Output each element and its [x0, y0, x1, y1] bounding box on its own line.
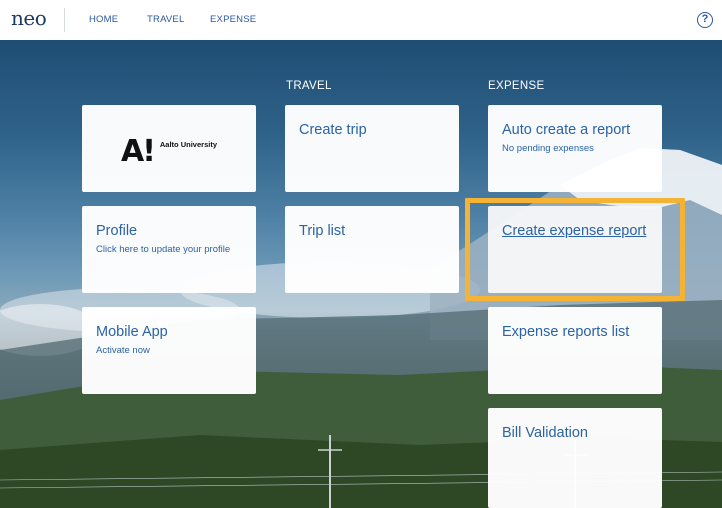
auto-create-report-tile-subtitle: No pending expenses — [502, 143, 594, 154]
mobile-app-tile-subtitle: Activate now — [96, 345, 150, 356]
mobile-app-tile-title: Mobile App — [96, 324, 168, 340]
nav-home[interactable]: HOME — [89, 14, 118, 25]
logo-separator — [64, 8, 65, 32]
dashboard-background: TRAVEL EXPENSE A! Aalto University Profi… — [0, 40, 722, 508]
nav-expense[interactable]: EXPENSE — [210, 14, 256, 25]
expense-reports-list-tile-title: Expense reports list — [502, 324, 630, 340]
expense-reports-list-tile[interactable]: Expense reports list — [488, 307, 662, 394]
aalto-logo-mark: A! — [120, 133, 156, 169]
neo-logo[interactable]: neo — [11, 6, 47, 30]
profile-tile-subtitle: Click here to update your profile — [96, 244, 231, 255]
trip-list-tile[interactable]: Trip list — [285, 206, 459, 293]
expense-column-heading: EXPENSE — [488, 80, 545, 92]
mobile-app-tile[interactable]: Mobile App Activate now — [82, 307, 256, 394]
auto-create-report-tile-title: Auto create a report — [502, 122, 631, 138]
auto-create-report-tile[interactable]: Auto create a report No pending expenses — [488, 105, 662, 192]
help-circle-icon[interactable]: ? — [697, 12, 713, 28]
travel-column-heading: TRAVEL — [286, 80, 332, 92]
create-expense-report-tile[interactable]: Create expense report — [488, 206, 662, 293]
aalto-logo-text: Aalto University — [159, 139, 217, 149]
create-trip-tile[interactable]: Create trip — [285, 105, 459, 192]
aalto-university-tile[interactable]: A! Aalto University — [82, 105, 256, 192]
aalto-university-logo: A! Aalto University — [120, 133, 217, 169]
trip-list-tile-title: Trip list — [299, 223, 346, 239]
top-navigation-bar: neo HOME TRAVEL EXPENSE ? — [0, 0, 722, 40]
bill-validation-tile[interactable]: Bill Validation — [488, 408, 662, 508]
profile-tile-title: Profile — [96, 223, 138, 239]
profile-tile[interactable]: Profile Click here to update your profil… — [82, 206, 256, 293]
create-expense-report-tile-title: Create expense report — [502, 223, 647, 239]
nav-travel[interactable]: TRAVEL — [147, 14, 184, 25]
bill-validation-tile-title: Bill Validation — [502, 425, 588, 441]
create-trip-tile-title: Create trip — [299, 122, 367, 138]
